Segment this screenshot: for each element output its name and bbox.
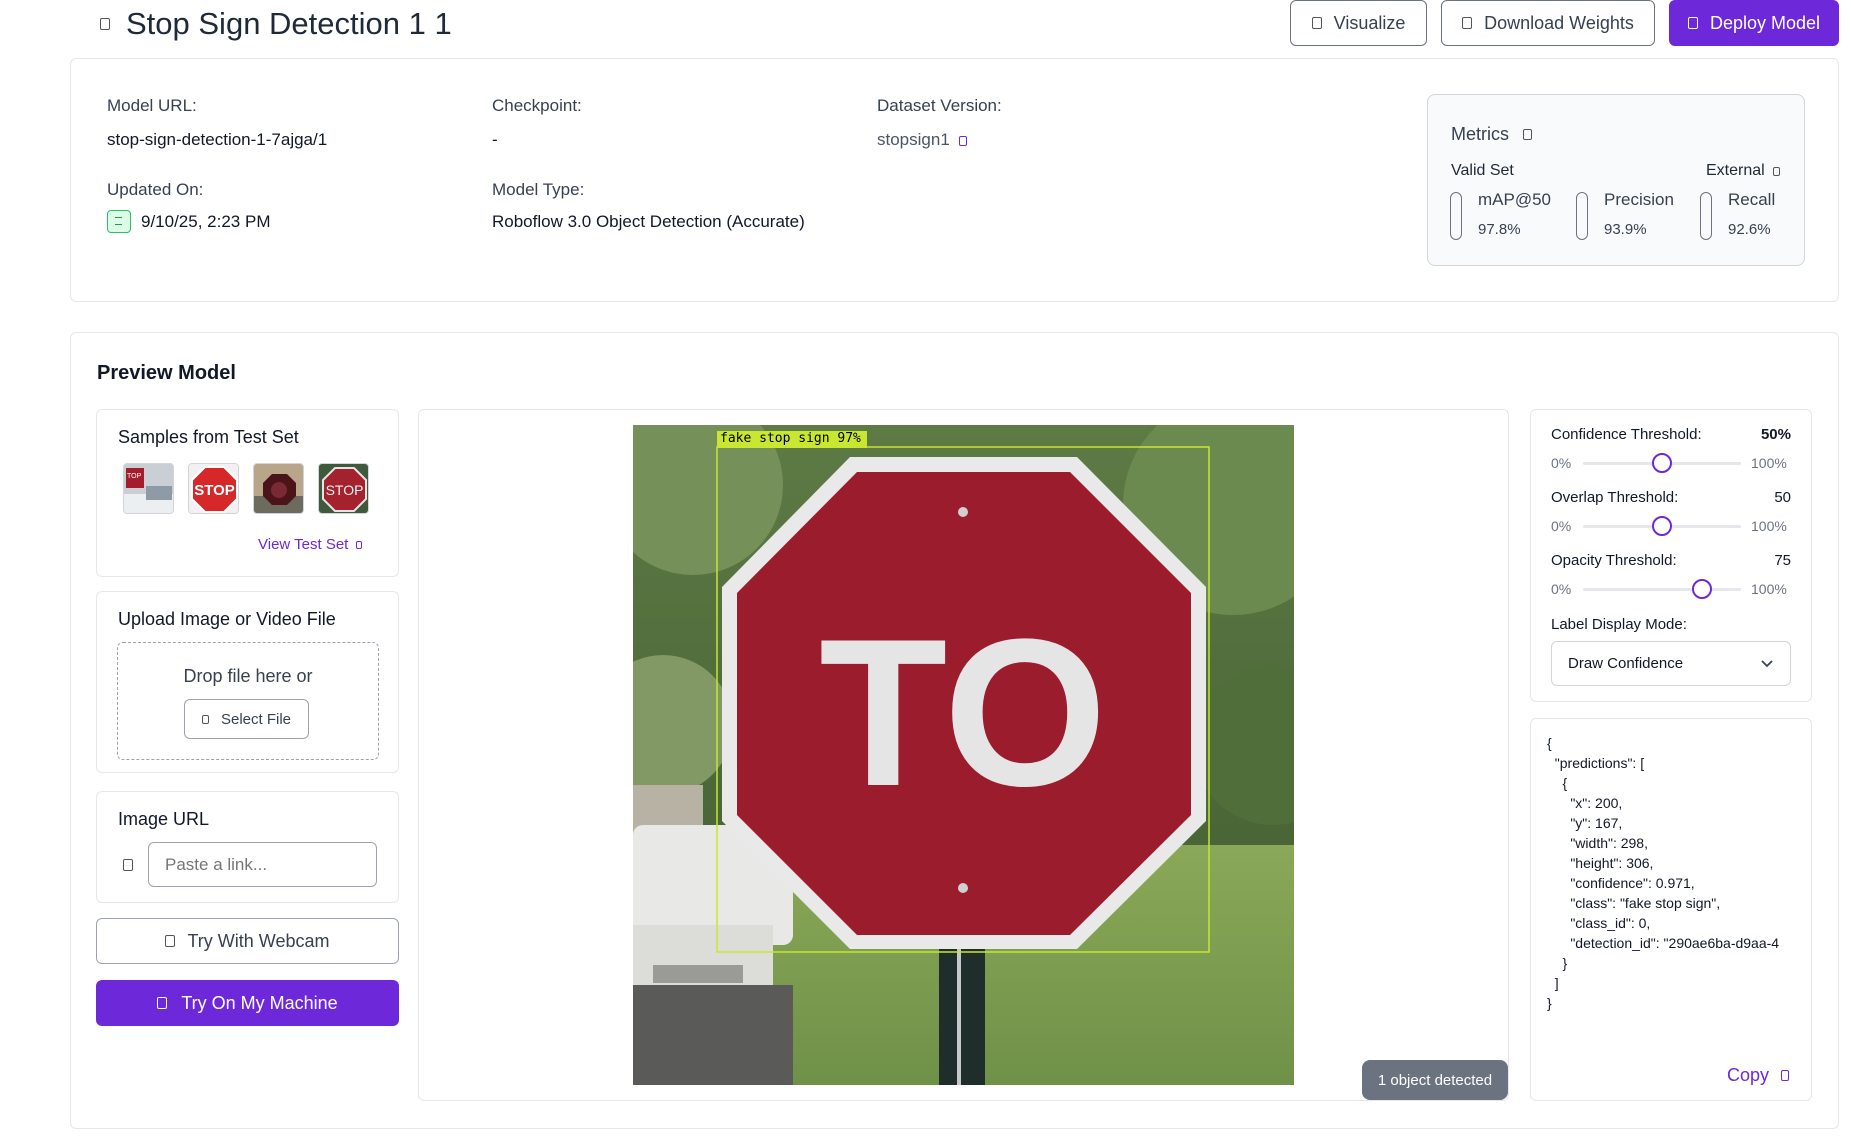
checkpoint-label: Checkpoint: <box>492 96 582 115</box>
overlap-max: 100% <box>1751 518 1787 534</box>
external-info-icon[interactable] <box>1772 166 1780 176</box>
metrics-panel <box>1427 94 1805 266</box>
opacity-slider[interactable] <box>1583 588 1741 591</box>
try-on-my-machine-button[interactable]: Try On My Machine <box>96 980 399 1026</box>
model-type-value: Roboflow 3.0 Object Detection (Accurate) <box>492 212 805 231</box>
copy-label: Copy <box>1727 1065 1770 1085</box>
link-icon <box>123 859 133 871</box>
model-type-label: Model Type: <box>492 180 585 199</box>
chevron-down-icon <box>1761 659 1773 667</box>
label-display-mode-label: Label Display Mode: <box>1551 616 1687 633</box>
updated-on-label: Updated On: <box>107 180 204 199</box>
confidence-value: 50% <box>1760 426 1791 443</box>
info-icon[interactable] <box>1523 129 1532 140</box>
copy-icon <box>1781 1070 1790 1081</box>
sample-thumbnail[interactable]: STOP <box>318 463 369 514</box>
svg-text:STOP: STOP <box>326 482 364 498</box>
metrics-title-row: Metrics <box>1451 124 1532 145</box>
calendar-icon <box>107 210 131 233</box>
metric-indicator <box>1450 192 1462 240</box>
metric-name-map: mAP@50 <box>1478 190 1552 209</box>
preview-image: TO <box>633 425 1294 1085</box>
opacity-label: Opacity Threshold: <box>1551 552 1677 569</box>
dataset-version-label: Dataset Version: <box>877 96 1002 115</box>
opacity-slider-handle[interactable] <box>1691 579 1712 599</box>
metric-value-precision: 93.9% <box>1604 221 1647 238</box>
svg-text:STOP: STOP <box>194 482 235 499</box>
eye-icon <box>1311 17 1322 29</box>
download-weights-button[interactable]: Download Weights <box>1441 0 1655 46</box>
visualize-button[interactable]: Visualize <box>1290 0 1427 46</box>
metrics-title: Metrics <box>1451 124 1509 144</box>
label-display-mode-value: Draw Confidence <box>1568 655 1684 672</box>
overlap-label: Overlap Threshold: <box>1551 489 1679 506</box>
checkpoint-value: - <box>492 130 498 149</box>
detection-label: fake stop sign 97% <box>720 431 861 446</box>
try-on-my-machine-label: Try On My Machine <box>181 992 338 1013</box>
image-url-input[interactable] <box>148 842 377 887</box>
opacity-max: 100% <box>1751 581 1787 597</box>
confidence-slider-handle[interactable] <box>1652 453 1672 473</box>
download-icon <box>1462 17 1473 29</box>
external-label: External <box>1706 162 1765 179</box>
preview-model-title: Preview Model <box>97 362 236 384</box>
json-output: { "predictions": [ { "x": 200, "y": 167,… <box>1547 735 1780 1011</box>
image-url-title: Image URL <box>118 809 210 829</box>
view-test-set-link[interactable]: View Test Set <box>258 536 363 553</box>
metric-indicator <box>1576 192 1588 240</box>
drop-text: Drop file here or <box>183 666 313 686</box>
visualize-button-label: Visualize <box>1333 12 1406 33</box>
external-label-row: External <box>1706 162 1780 180</box>
select-file-label: Select File <box>220 710 292 728</box>
label-display-mode-select[interactable]: Draw Confidence <box>1551 641 1791 686</box>
arrow-right-icon <box>356 540 363 549</box>
dataset-version-link[interactable]: stopsign1 <box>877 130 967 150</box>
page-title: Stop Sign Detection 1 1 <box>126 6 452 41</box>
overlap-min: 0% <box>1551 518 1572 534</box>
model-url-value: stop-sign-detection-1-7ajga/1 <box>107 130 328 149</box>
rocket-icon <box>1687 17 1698 29</box>
updated-on-value: 9/10/25, 2:23 PM <box>141 211 271 231</box>
valid-set-label: Valid Set <box>1451 162 1514 179</box>
overlap-value: 50 <box>1774 489 1791 506</box>
file-icon <box>201 714 209 724</box>
dataset-version-value: stopsign1 <box>877 130 950 149</box>
objects-detected-badge: 1 object detected <box>1362 1060 1508 1100</box>
upload-title: Upload Image or Video File <box>118 609 336 629</box>
confidence-max: 100% <box>1751 455 1787 471</box>
metric-value-map: 97.8% <box>1478 221 1521 238</box>
sample-thumbnail[interactable] <box>253 463 304 514</box>
try-webcam-button[interactable]: Try With Webcam <box>96 918 399 964</box>
external-link-icon <box>958 135 967 146</box>
copy-button[interactable]: Copy <box>1727 1065 1790 1086</box>
laptop-icon <box>157 997 168 1009</box>
deploy-model-button[interactable]: Deploy Model <box>1669 0 1839 46</box>
overlap-slider-handle[interactable] <box>1652 516 1672 536</box>
svg-text:TO: TO <box>819 595 1107 830</box>
download-weights-label: Download Weights <box>1484 12 1634 33</box>
model-url-label: Model URL: <box>107 96 197 115</box>
updated-on-row: 9/10/25, 2:23 PM <box>107 210 270 233</box>
bookmark-icon[interactable] <box>100 18 110 30</box>
opacity-value: 75 <box>1774 552 1791 569</box>
svg-text:TOP: TOP <box>127 473 142 480</box>
metric-name-precision: Precision <box>1604 190 1674 209</box>
metric-value-recall: 92.6% <box>1728 221 1771 238</box>
try-webcam-label: Try With Webcam <box>187 930 330 951</box>
confidence-label: Confidence Threshold: <box>1551 426 1702 443</box>
metric-name-recall: Recall <box>1728 190 1776 209</box>
view-test-set-label: View Test Set <box>258 536 349 553</box>
opacity-min: 0% <box>1551 581 1572 597</box>
sample-thumbnail[interactable]: TOP <box>123 463 174 514</box>
metric-indicator <box>1700 192 1712 240</box>
sample-thumbnail[interactable]: STOP <box>188 463 239 514</box>
page-title-row: Stop Sign Detection 1 1 <box>100 6 452 42</box>
deploy-model-label: Deploy Model <box>1709 12 1821 33</box>
samples-title: Samples from Test Set <box>118 427 299 447</box>
confidence-min: 0% <box>1551 455 1572 471</box>
select-file-button[interactable]: Select File <box>184 699 309 739</box>
camera-icon <box>165 935 176 947</box>
